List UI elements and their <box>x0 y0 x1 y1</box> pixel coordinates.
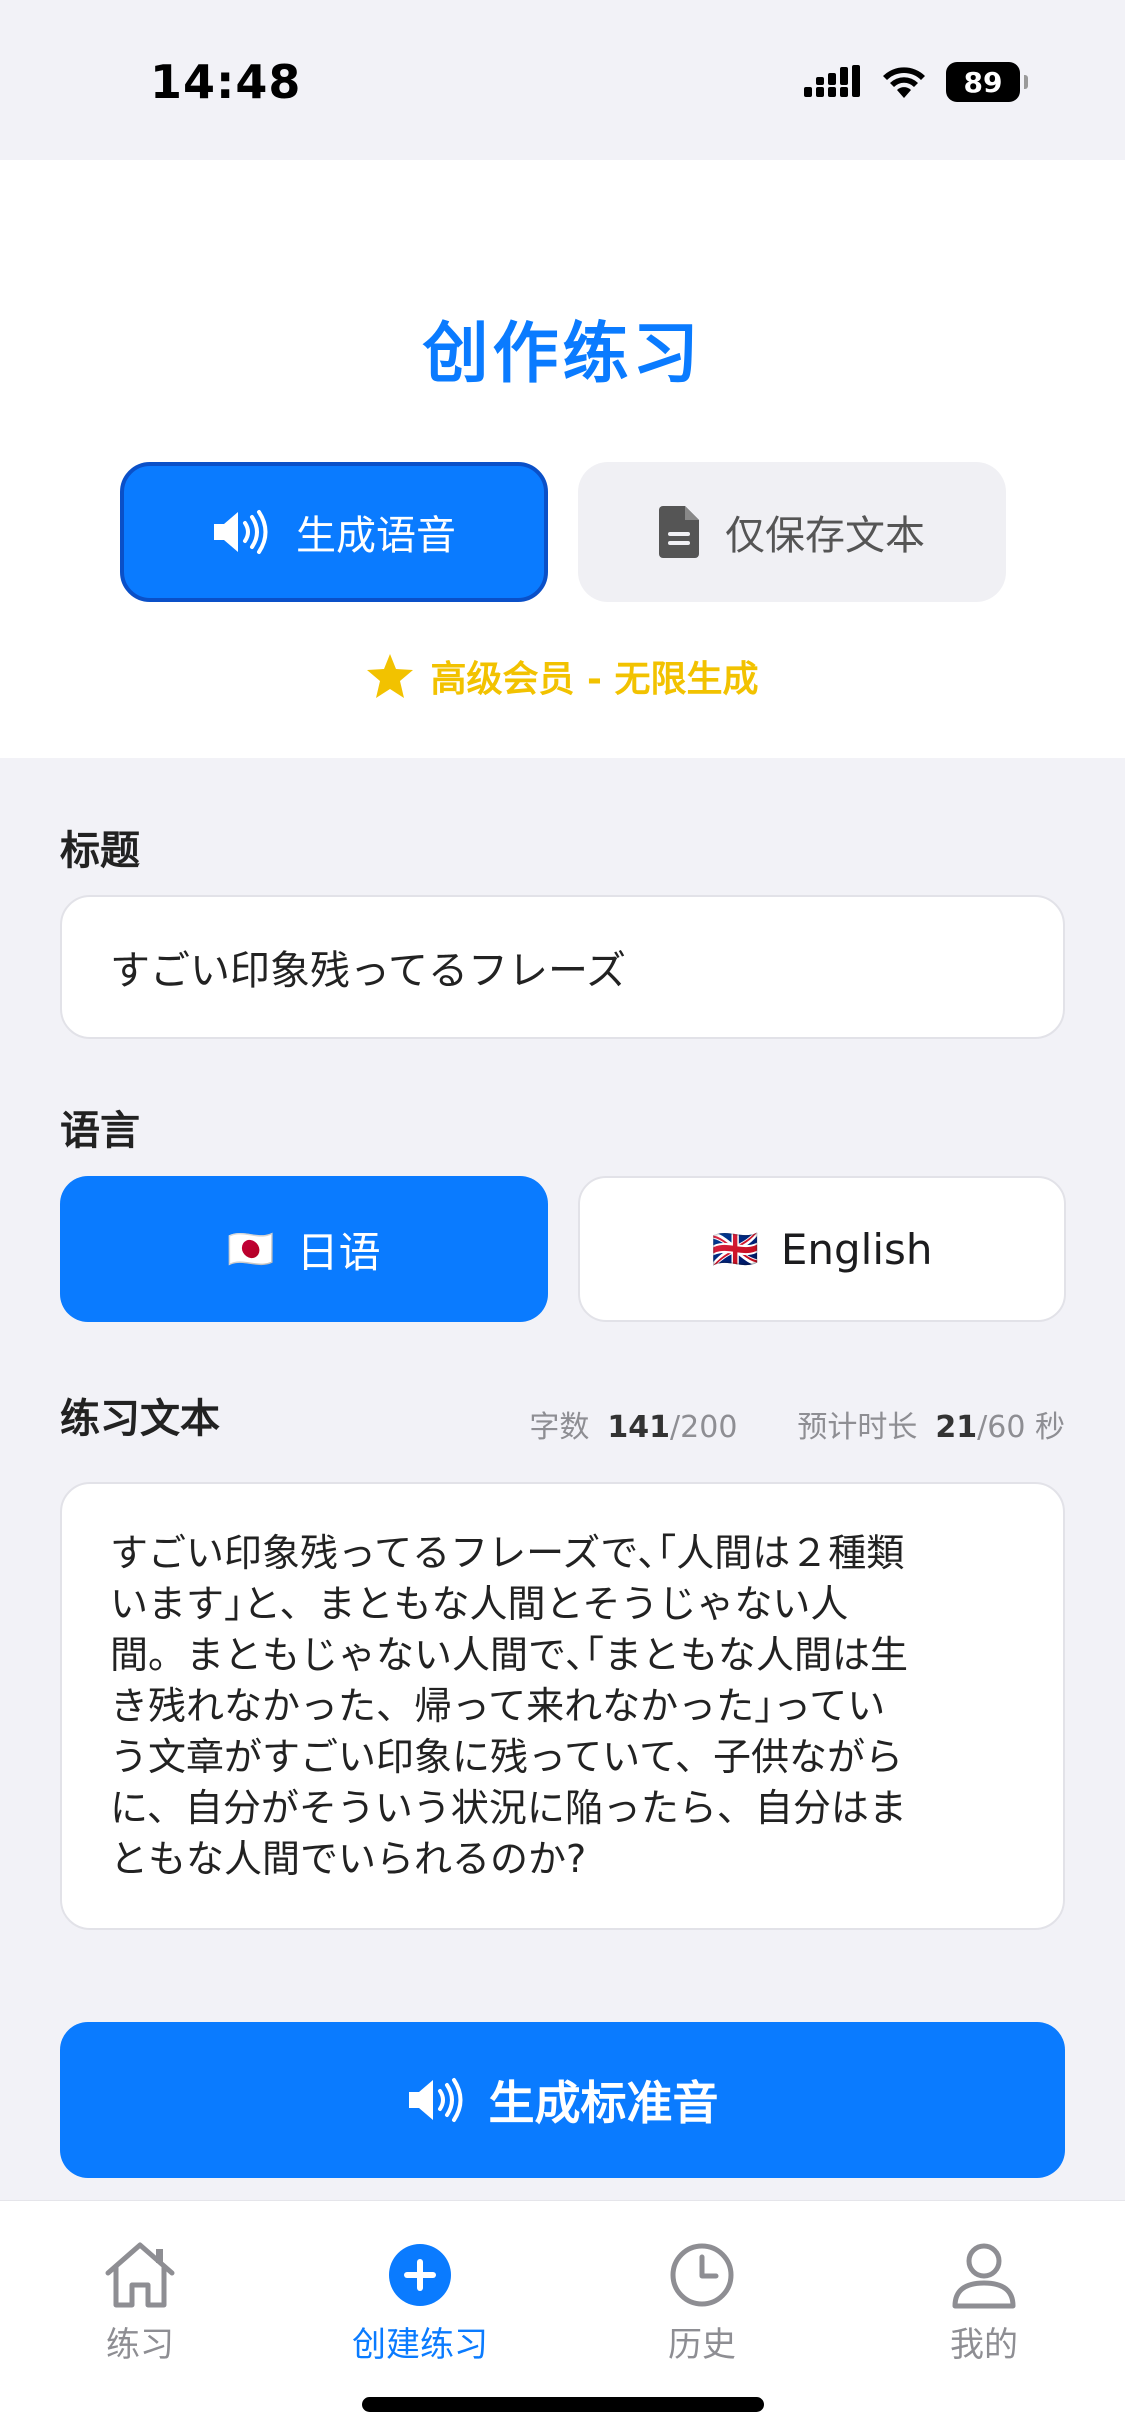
title-label: 标题 <box>60 828 140 874</box>
premium-badge: 高级会员 - 无限生成 <box>0 650 1125 702</box>
status-bar: 14:48 89 <box>0 0 1125 160</box>
status-icons: 89 <box>804 62 1028 102</box>
language-option-japanese[interactable]: 🇯🇵 日语 <box>60 1176 548 1322</box>
title-input[interactable]: すごい印象残ってるフレーズ <box>60 895 1065 1039</box>
char-count: 字数 141/200 <box>529 1402 737 1446</box>
generate-standard-audio-button[interactable]: 生成标准音 <box>60 2022 1065 2178</box>
tab-label: 练习 <box>106 2325 174 2365</box>
text-line: う文章がすごい印象に残っていて、子供ながら <box>110 1735 904 1779</box>
tab-label: 历史 <box>668 2325 736 2365</box>
generate-audio-mode-label: 生成语音 <box>296 513 456 559</box>
text-line: すごい印象残ってるフレーズで､｢人間は２種類 <box>110 1531 905 1575</box>
tab-practice[interactable]: 练习 <box>40 2241 240 2366</box>
wifi-icon <box>883 67 925 98</box>
char-count-label: 字数 <box>529 1410 590 1445</box>
duration-value: 21 <box>935 1410 978 1445</box>
duration-estimate: 预计时长 21/60 秒 <box>797 1402 1065 1446</box>
practice-text-label: 练习文本 <box>60 1396 220 1442</box>
tab-profile[interactable]: 我的 <box>884 2241 1084 2366</box>
char-count-value: 141 <box>607 1410 671 1445</box>
plus-circle-icon <box>389 2244 451 2306</box>
language-option-label: 日语 <box>296 1227 381 1277</box>
uk-flag-icon: 🇬🇧 <box>711 1226 759 1271</box>
japan-flag-icon: 🇯🇵 <box>227 1226 275 1271</box>
language-label: 语言 <box>60 1108 140 1154</box>
duration-max: /60 秒 <box>977 1410 1065 1445</box>
status-time: 14:48 <box>150 55 302 109</box>
generate-standard-audio-label: 生成标准音 <box>488 2076 719 2130</box>
premium-label: 高级会员 - 无限生成 <box>430 659 759 700</box>
save-text-only-button[interactable]: 仅保存文本 <box>578 462 1006 602</box>
text-line: ともな人間でいられるのか? <box>110 1837 587 1881</box>
text-counters: 字数 141/200 预计时长 21/60 秒 <box>529 1402 1065 1446</box>
tab-create-practice[interactable]: 创建练习 <box>320 2241 520 2366</box>
cellular-signal-icon <box>804 65 860 97</box>
battery-indicator: 89 <box>946 62 1028 102</box>
language-option-label: English <box>780 1224 933 1274</box>
home-indicator <box>362 2397 764 2412</box>
text-line: います｣と、まともな人間とそうじゃない人 <box>110 1582 849 1626</box>
clock-icon <box>670 2243 734 2307</box>
person-icon <box>952 2243 1016 2309</box>
screen: 14:48 89 创作练习 生成语音 仅保存文本 高级会员 - 无限生成 标题 … <box>0 0 1125 2436</box>
home-icon <box>105 2242 175 2308</box>
char-count-max: /200 <box>670 1410 738 1445</box>
text-line: に、自分がそういう状況に陥ったら、自分はま <box>110 1786 907 1830</box>
tab-label: 我的 <box>950 2325 1018 2365</box>
practice-text-area[interactable]: すごい印象残ってるフレーズで､｢人間は２種類 います｣と、まともな人間とそうじゃ… <box>60 1482 1065 1930</box>
star-icon <box>367 654 414 698</box>
tab-history[interactable]: 历史 <box>602 2241 802 2366</box>
document-icon <box>659 506 699 558</box>
save-text-only-label: 仅保存文本 <box>725 513 925 559</box>
language-option-english[interactable]: 🇬🇧 English <box>578 1176 1066 1322</box>
page-title: 创作练习 <box>422 315 703 392</box>
text-line: き残れなかった、帰って来れなかった｣ってい <box>110 1684 886 1728</box>
speaker-icon <box>214 510 268 554</box>
text-line: 間。まともじゃない人間で､｢まともな人間は生 <box>110 1633 909 1677</box>
tab-label: 创建练习 <box>352 2325 488 2365</box>
generate-audio-mode-button[interactable]: 生成语音 <box>120 462 548 602</box>
speaker-icon <box>408 2078 462 2122</box>
header-card: 创作练习 生成语音 仅保存文本 高级会员 - 无限生成 <box>0 160 1125 758</box>
duration-label: 预计时长 <box>797 1410 918 1445</box>
